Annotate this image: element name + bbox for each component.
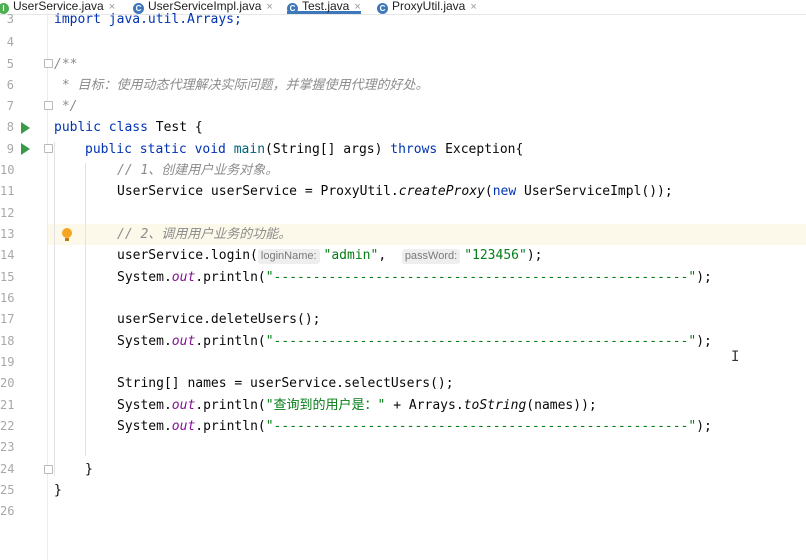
line-number: 15: [0, 270, 15, 284]
code-line-5: /**: [54, 57, 78, 72]
line-number: 24: [0, 462, 15, 476]
code-line-10: // 1、创建用户业务对象。: [117, 163, 279, 178]
line-number: 6: [6, 78, 14, 92]
close-icon[interactable]: ×: [266, 1, 272, 13]
class-icon: C: [287, 3, 298, 14]
code-line-9: public static void main(String[] args) t…: [85, 142, 524, 157]
indent-guide: [85, 163, 86, 456]
tab-label: Test.java: [302, 0, 350, 13]
line-number: 5: [6, 57, 14, 71]
tab-test[interactable]: C Test.java ×: [287, 0, 361, 14]
class-icon: C: [377, 3, 388, 14]
code-line-3: import java.util.Arrays;: [54, 12, 242, 27]
line-number: 17: [0, 312, 15, 326]
line-number: 21: [0, 398, 15, 412]
line-number: 25: [0, 483, 15, 497]
line-number: 19: [0, 355, 15, 369]
close-icon[interactable]: ×: [470, 1, 476, 13]
code-line-11: UserService userService = ProxyUtil.crea…: [117, 184, 673, 199]
line-number: 14: [0, 248, 15, 262]
line-number: 23: [0, 440, 15, 454]
lightbulb-icon[interactable]: [62, 228, 72, 241]
code-line-7: */: [54, 99, 78, 114]
code-line-25: }: [54, 483, 62, 498]
line-number: 7: [6, 99, 14, 113]
line-number: 10: [0, 163, 15, 177]
parameter-hint: loginName:: [257, 249, 320, 264]
line-number: 3: [6, 12, 14, 26]
tab-label: ProxyUtil.java: [392, 0, 466, 13]
close-icon[interactable]: ×: [354, 1, 360, 13]
code-line-18: System.out.println("--------------------…: [117, 334, 712, 349]
indent-guide: [54, 142, 55, 476]
code-line-15: System.out.println("--------------------…: [117, 270, 712, 285]
run-class-icon[interactable]: [21, 122, 30, 134]
line-number: 11: [0, 184, 15, 198]
run-main-icon[interactable]: [21, 143, 30, 155]
code-line-21: System.out.println("查询到的用户是：" + Arrays.t…: [117, 398, 597, 413]
code-line-8: public class Test {: [54, 120, 203, 135]
line-number: 20: [0, 376, 15, 390]
line-number: 16: [0, 291, 15, 305]
code-line-24: }: [85, 462, 93, 477]
line-number: 22: [0, 419, 15, 433]
code-line-13: // 2、调用用户业务的功能。: [117, 227, 292, 242]
line-number: 26: [0, 504, 15, 518]
tab-proxyutil[interactable]: C ProxyUtil.java ×: [377, 0, 477, 14]
editor-gutter[interactable]: 3 4 5 6 7 8 9 10 11 12 13 14 15 16 17 18…: [0, 12, 53, 560]
code-line-14: userService.login(loginName: "admin", pas…: [117, 248, 543, 264]
code-line-20: String[] names = userService.selectUsers…: [117, 376, 454, 391]
line-number: 4: [6, 35, 14, 49]
line-number: 12: [0, 206, 15, 220]
line-number: 13: [0, 227, 15, 241]
text-cursor-icon: I: [731, 349, 740, 365]
line-number: 9: [6, 142, 14, 156]
parameter-hint: passWord:: [401, 249, 461, 264]
code-line-22: System.out.println("--------------------…: [117, 419, 712, 434]
code-line-17: userService.deleteUsers();: [117, 312, 321, 327]
code-line-6: * 目标：使用动态代理解决实际问题，并掌握使用代理的好处。: [54, 78, 429, 93]
line-number: 18: [0, 334, 15, 348]
line-number: 8: [6, 120, 14, 134]
code-editor[interactable]: import java.util.Arrays; /** * 目标：使用动态代理…: [48, 12, 806, 560]
